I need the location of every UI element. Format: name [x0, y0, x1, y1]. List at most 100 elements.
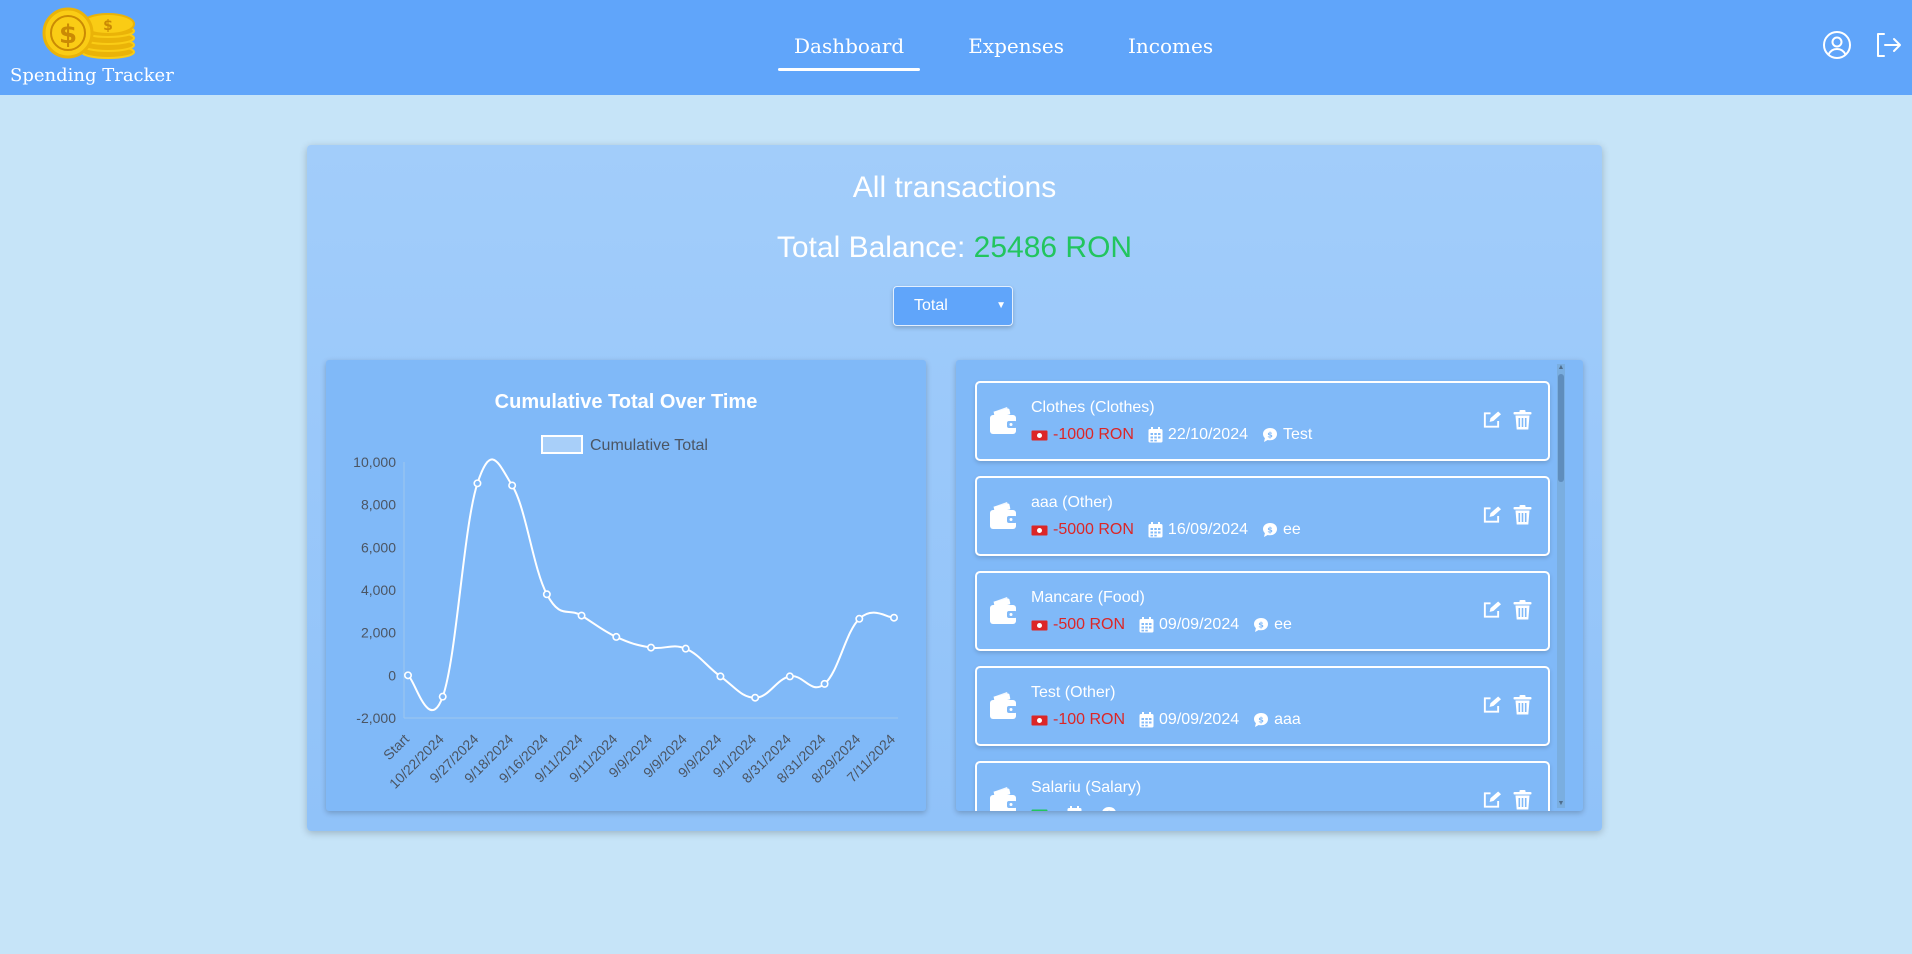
transaction-actions — [1482, 790, 1532, 810]
nav-link-incomes[interactable]: Incomes — [1112, 0, 1229, 71]
scrollbar[interactable]: ▲ ▼ — [1557, 364, 1565, 808]
transaction-amount: -100 RON — [1053, 711, 1126, 728]
transaction-list: Clothes (Clothes) -1000 RON 22/10/2024 $… — [975, 381, 1550, 811]
logout-icon[interactable] — [1872, 30, 1902, 60]
scroll-down-arrow[interactable]: ▼ — [1557, 800, 1565, 808]
data-point — [855, 614, 864, 623]
transactions-panel: Clothes (Clothes) -1000 RON 22/10/2024 $… — [956, 360, 1583, 811]
scroll-thumb[interactable] — [1558, 374, 1564, 482]
edit-icon[interactable] — [1482, 505, 1501, 525]
transaction-item: Salariu (Salary) $ — [975, 761, 1550, 811]
svg-text:$: $ — [1267, 526, 1273, 535]
page-title: All transactions — [852, 171, 1057, 204]
calendar-icon — [1139, 617, 1154, 633]
transaction-meta: $ — [1031, 806, 1122, 811]
transaction-actions — [1482, 600, 1532, 620]
main-nav: Dashboard Expenses Incomes — [778, 0, 1229, 95]
transaction-note: aaa — [1274, 711, 1301, 728]
y-tick-label: 6,000 — [361, 539, 396, 555]
transaction-title: Mancare (Food) — [1031, 589, 1145, 606]
edit-icon[interactable] — [1482, 600, 1501, 620]
wallet-icon — [990, 502, 1017, 529]
filter-selected-value: Total — [914, 297, 948, 314]
brand[interactable]: $ $ Spending Tracker — [8, 6, 174, 88]
delete-icon[interactable] — [1513, 790, 1532, 810]
transaction-date: 09/09/2024 — [1159, 616, 1240, 633]
svg-text:$: $ — [1258, 716, 1264, 725]
navbar: $ $ Spending Tracker Dashboard Expenses … — [0, 0, 1912, 95]
y-tick-label: 8,000 — [361, 497, 396, 513]
y-tick-label: 10,000 — [353, 454, 396, 470]
edit-icon[interactable] — [1482, 790, 1501, 810]
balance-label: Total Balance: — [776, 231, 966, 264]
comment-dollar-icon: $ — [1263, 523, 1277, 537]
calendar-icon — [1139, 712, 1154, 728]
transaction-amount: -5000 RON — [1053, 521, 1134, 538]
money-bill-icon — [1031, 715, 1048, 725]
balance-value: 25486 RON — [973, 231, 1133, 264]
edit-icon[interactable] — [1482, 410, 1501, 430]
user-circle-icon[interactable] — [1822, 30, 1852, 60]
calendar-icon — [1067, 806, 1082, 811]
legend-label: Cumulative Total — [590, 437, 708, 454]
delete-icon[interactable] — [1513, 600, 1532, 620]
y-tick-label: 4,000 — [361, 582, 396, 598]
svg-text:$: $ — [103, 18, 113, 34]
transaction-title: Salariu (Salary) — [1031, 779, 1142, 796]
edit-icon[interactable] — [1482, 695, 1501, 715]
transaction-item: Test (Other) -100 RON 09/09/2024 $ aaa — [975, 666, 1550, 746]
money-bill-icon — [1031, 430, 1048, 440]
data-point — [508, 481, 517, 490]
y-tick-label: 2,000 — [361, 625, 396, 641]
transaction-date: 09/09/2024 — [1159, 711, 1240, 728]
data-point — [646, 643, 655, 652]
data-point — [577, 611, 586, 620]
delete-icon[interactable] — [1513, 505, 1532, 525]
delete-icon[interactable] — [1513, 695, 1532, 715]
series-line-cumulative-total — [407, 458, 895, 712]
svg-text:$: $ — [59, 20, 77, 50]
wallet-icon — [990, 787, 1017, 811]
coins-logo-icon: $ $ — [42, 7, 135, 59]
data-point — [889, 613, 898, 622]
dashboard-card: All transactions Total Balance: 25486 RO… — [307, 145, 1602, 831]
nav-link-expenses[interactable]: Expenses — [952, 0, 1080, 71]
data-point — [716, 672, 725, 681]
comment-dollar-icon: $ — [1102, 807, 1116, 812]
data-point — [542, 590, 551, 599]
transaction-date: 16/09/2024 — [1167, 521, 1248, 538]
svg-text:$: $ — [1106, 810, 1112, 812]
delete-icon[interactable] — [1513, 410, 1532, 430]
money-bill-icon — [1031, 809, 1048, 811]
y-tick-label: -2,000 — [356, 710, 396, 726]
transaction-filter-select[interactable]: Total ▼ — [893, 286, 1013, 326]
money-bill-icon — [1031, 620, 1048, 630]
data-point — [820, 679, 829, 688]
calendar-icon — [1148, 427, 1163, 443]
calendar-icon — [1148, 522, 1163, 538]
transaction-item: aaa (Other) -5000 RON 16/09/2024 $ ee — [975, 476, 1550, 556]
scroll-up-arrow[interactable]: ▲ — [1557, 364, 1565, 372]
transaction-item: Mancare (Food) -500 RON 09/09/2024 $ ee — [975, 571, 1550, 651]
svg-text:$: $ — [1267, 431, 1273, 440]
transaction-title: Test (Other) — [1031, 684, 1116, 701]
transaction-note: ee — [1274, 616, 1292, 633]
transaction-meta: -1000 RON 22/10/2024 $ Test — [1031, 426, 1312, 444]
transaction-meta: -100 RON 09/09/2024 $ aaa — [1031, 711, 1301, 729]
app-name: Spending Tracker — [10, 65, 174, 86]
transaction-note: Test — [1283, 426, 1313, 443]
transaction-note: ee — [1283, 521, 1301, 538]
transaction-actions — [1482, 410, 1532, 430]
nav-link-dashboard[interactable]: Dashboard — [778, 0, 921, 71]
wallet-icon — [990, 692, 1017, 719]
data-point — [473, 479, 482, 488]
legend-swatch — [541, 435, 583, 454]
svg-text:$: $ — [1258, 621, 1264, 630]
data-point — [785, 672, 794, 681]
transaction-title: Clothes (Clothes) — [1031, 399, 1155, 416]
data-point — [438, 692, 447, 701]
wallet-icon — [990, 597, 1017, 624]
data-point — [612, 632, 621, 641]
transaction-meta: -500 RON 09/09/2024 $ ee — [1031, 616, 1292, 634]
chevron-down-icon: ▼ — [996, 300, 1006, 311]
